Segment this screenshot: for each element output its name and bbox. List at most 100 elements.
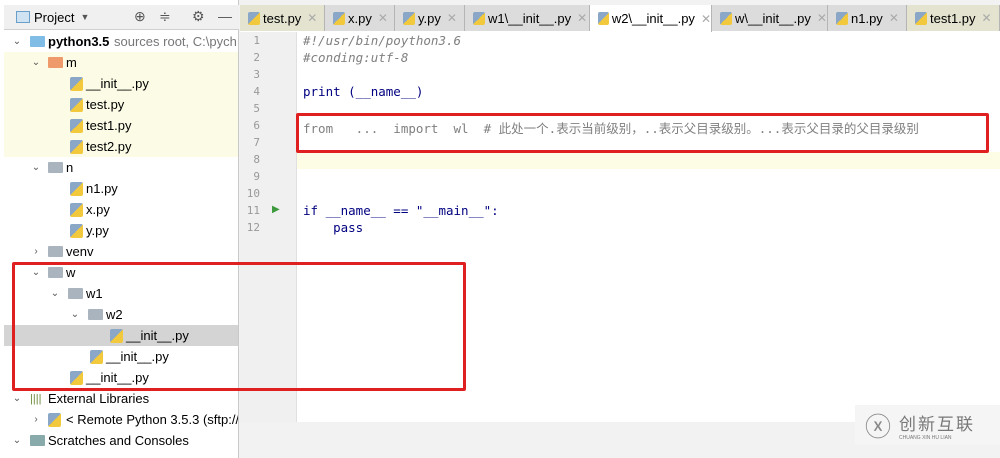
tree-item-label: < Remote Python 3.5.3 (sftp:// [66, 412, 238, 427]
code-line[interactable]: #conding:utf-8 [303, 50, 408, 65]
tab-label: y.py [418, 10, 441, 26]
tab-label: w2\__init__.py [611, 11, 695, 26]
chevron-right-icon[interactable]: › [31, 246, 41, 257]
minimize-icon[interactable]: — [218, 8, 232, 24]
line-number: 4 [253, 85, 260, 98]
tree-item[interactable]: test.py [4, 94, 238, 115]
line-number: 1 [253, 34, 260, 47]
line-number: 11 [246, 204, 260, 217]
folder-icon [48, 57, 63, 68]
tree-item[interactable]: x.py [4, 199, 238, 220]
close-icon[interactable]: ✕ [982, 11, 992, 25]
tree-item-label: venv [66, 244, 94, 259]
tree-item[interactable]: test1.py [4, 115, 238, 136]
logo-icon: ⓧ [865, 411, 892, 442]
python-file-icon [403, 11, 415, 25]
line-number: 2 [253, 51, 260, 64]
close-icon[interactable]: ✕ [307, 11, 317, 25]
close-icon[interactable]: ✕ [817, 11, 827, 25]
locate-icon[interactable]: ⊕ [134, 8, 146, 25]
collapse-icon[interactable]: ≑ [159, 8, 171, 25]
tree-item-label: test.py [86, 97, 125, 112]
tree-item-label: n1.py [86, 181, 118, 196]
editor-tab[interactable]: test1.py ✕ [907, 5, 1000, 31]
folder-icon [30, 36, 45, 47]
tab-label: x.py [348, 10, 372, 26]
tree-item[interactable]: › < Remote Python 3.5.3 (sftp:// [4, 409, 238, 430]
library-icon: |||| [30, 392, 42, 405]
line-number: 7 [253, 136, 260, 149]
python-file-icon [473, 11, 485, 25]
python-file-icon [836, 11, 848, 25]
line-number: 3 [253, 68, 260, 81]
code-line[interactable]: if __name__ == "__main__": [303, 203, 499, 218]
tree-item[interactable]: ⌄ n [4, 157, 238, 178]
line-number: 10 [246, 187, 260, 200]
chevron-down-icon[interactable]: ⌄ [12, 393, 22, 404]
chevron-down-icon[interactable]: ▼ [80, 12, 89, 22]
watermark-text: 创新互联 [899, 414, 976, 434]
python-file-icon [48, 412, 61, 427]
tree-item[interactable]: › venv [4, 241, 238, 262]
code-line[interactable]: print (__name__) [303, 84, 423, 99]
tree-item[interactable]: __init__.py [4, 73, 238, 94]
editor-tab[interactable]: x.py ✕ [325, 5, 395, 31]
editor-tab[interactable]: w\__init__.py ✕ [712, 5, 828, 31]
code-line[interactable]: #!/usr/bin/poython3.6 [303, 33, 461, 48]
scratches-icon [30, 435, 45, 446]
chevron-down-icon[interactable]: ⌄ [12, 435, 22, 446]
line-number: 12 [246, 221, 260, 234]
python-file-icon [70, 139, 83, 154]
python-file-icon [720, 11, 732, 25]
line-number: 9 [253, 170, 260, 183]
python-file-icon [333, 11, 345, 25]
editor-tab[interactable]: w1\__init__.py ✕ [465, 5, 590, 31]
editor-tab[interactable]: n1.py ✕ [828, 5, 907, 31]
project-toolbar: Project ▼ ⊕ ≑ ⚙ — [4, 5, 239, 30]
python-file-icon [248, 11, 260, 25]
run-icon[interactable]: ▶ [272, 204, 280, 215]
tree-item[interactable]: y.py [4, 220, 238, 241]
chevron-down-icon[interactable]: ⌄ [12, 36, 22, 47]
tab-label: test1.py [930, 10, 976, 26]
python-file-icon [70, 202, 83, 217]
chevron-down-icon[interactable]: ⌄ [31, 162, 41, 173]
tree-item[interactable]: ⌄ |||| External Libraries [4, 388, 238, 409]
project-title[interactable]: Project [34, 10, 74, 25]
tree-item-label: Scratches and Consoles [48, 433, 189, 448]
chevron-down-icon[interactable]: ⌄ [31, 57, 41, 68]
tab-label: n1.py [851, 10, 883, 26]
python-file-icon [915, 11, 927, 25]
highlight-box-tree [12, 262, 466, 391]
tree-item-label: x.py [86, 202, 110, 217]
tree-item[interactable]: test2.py [4, 136, 238, 157]
python-file-icon [70, 181, 83, 196]
caret-line [240, 152, 1000, 169]
watermark-sub: CHUANG XIN HU LIAN [899, 434, 952, 441]
tree-item-label: n [66, 160, 74, 175]
close-icon[interactable]: ✕ [447, 11, 457, 25]
close-icon[interactable]: ✕ [378, 11, 388, 25]
tree-item[interactable]: ⌄ python3.5 sources root, C:\pych [4, 31, 238, 52]
code-line[interactable]: pass [303, 220, 363, 235]
gear-icon[interactable]: ⚙ [192, 8, 205, 25]
close-icon[interactable]: ✕ [701, 12, 711, 26]
python-file-icon [70, 97, 83, 112]
python-file-icon [598, 12, 609, 25]
tree-item-label: External Libraries [48, 391, 150, 406]
editor-tab[interactable]: y.py ✕ [395, 5, 465, 31]
chevron-right-icon[interactable]: › [31, 414, 41, 425]
tree-item[interactable]: ⌄ m [4, 52, 238, 73]
highlight-box-code [296, 113, 989, 153]
close-icon[interactable]: ✕ [577, 11, 587, 25]
close-icon[interactable]: ✕ [889, 11, 899, 25]
watermark-logo: ⓧ 创新互联 CHUANG XIN HU LIAN [855, 405, 1000, 445]
tree-item-label: test2.py [86, 139, 132, 154]
python-file-icon [70, 76, 83, 91]
tree-item[interactable]: n1.py [4, 178, 238, 199]
project-icon [16, 11, 30, 23]
editor-tab[interactable]: w2\__init__.py ✕ [590, 5, 712, 32]
tree-item[interactable]: ⌄ Scratches and Consoles [4, 430, 238, 451]
folder-icon [48, 246, 63, 257]
editor-tab[interactable]: test.py ✕ [240, 5, 325, 31]
